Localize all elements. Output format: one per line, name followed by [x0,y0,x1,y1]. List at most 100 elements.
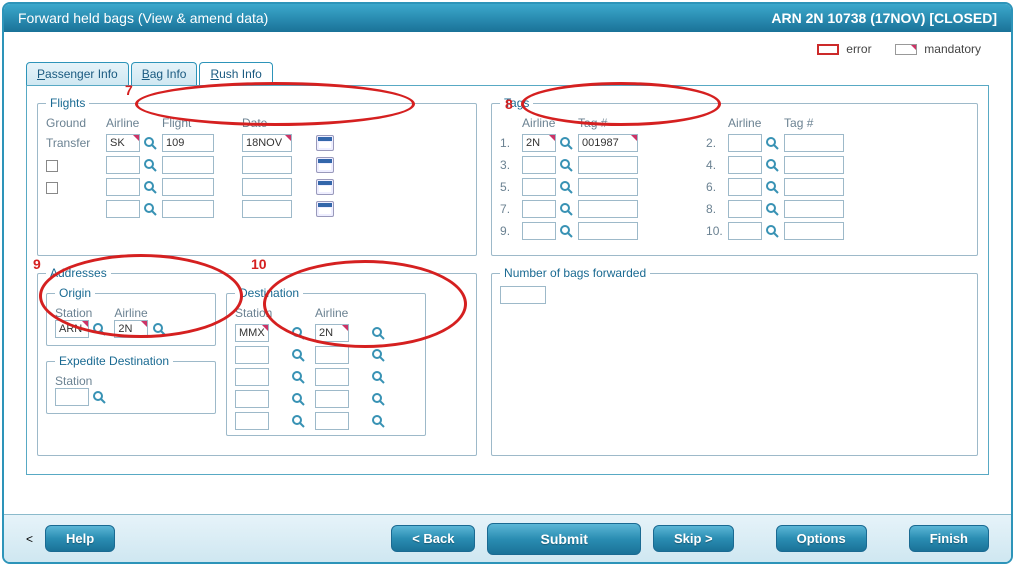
tab-rush-info[interactable]: Rush Info [199,62,272,85]
tag-number-9[interactable] [578,222,638,240]
dest-station-5[interactable] [235,412,269,430]
flight-date-4[interactable] [242,200,292,218]
flight-number-4[interactable] [162,200,214,218]
flight-airline-2[interactable] [106,156,140,174]
titlebar: Forward held bags (View & amend data) AR… [4,4,1011,32]
dest-airline-5[interactable] [315,412,349,430]
lookup-icon[interactable] [371,392,385,406]
lookup-icon[interactable] [143,136,157,150]
tags-fieldset: Tags Airline Tag # Airline Tag # 1. 2. [491,96,978,256]
tags-tag-hdr-2: Tag # [784,116,864,130]
mandatory-legend-label: mandatory [924,42,981,56]
lookup-icon[interactable] [152,322,166,336]
lookup-icon[interactable] [371,370,385,384]
flight-date-3[interactable] [242,178,292,196]
tab-passenger-info[interactable]: Passenger Info [26,62,129,85]
dest-station-1[interactable] [235,324,269,342]
ground-checkbox-2[interactable] [46,160,58,172]
origin-airline[interactable] [114,320,148,338]
dest-airline-2[interactable] [315,346,349,364]
tag-airline-7[interactable] [522,200,556,218]
lookup-icon[interactable] [559,136,573,150]
lookup-icon[interactable] [143,158,157,172]
options-button[interactable]: Options [776,525,867,552]
flight-airline-4[interactable] [106,200,140,218]
ground-checkbox-3[interactable] [46,182,58,194]
footer-bar: <Help < Back Submit Skip > Options Finis… [4,514,1011,562]
tag-airline-9[interactable] [522,222,556,240]
ground-label: Ground [46,116,106,130]
calendar-icon[interactable] [316,201,334,217]
numbags-input[interactable] [500,286,546,304]
tag-number-6[interactable] [784,178,844,196]
tag-rownum: 8. [706,202,728,216]
tag-airline-3[interactable] [522,156,556,174]
lookup-icon[interactable] [559,158,573,172]
flight-airline-3[interactable] [106,178,140,196]
lookup-icon[interactable] [92,322,106,336]
flight-date-2[interactable] [242,156,292,174]
calendar-icon[interactable] [316,179,334,195]
lookup-icon[interactable] [765,136,779,150]
tag-airline-4[interactable] [728,156,762,174]
tag-number-4[interactable] [784,156,844,174]
lookup-icon[interactable] [92,390,106,404]
calendar-icon[interactable] [316,157,334,173]
tag-number-8[interactable] [784,200,844,218]
tag-airline-1[interactable] [522,134,556,152]
lookup-icon[interactable] [371,348,385,362]
tag-number-10[interactable] [784,222,844,240]
dest-airline-4[interactable] [315,390,349,408]
tag-airline-5[interactable] [522,178,556,196]
window-context: ARN 2N 10738 (17NOV) [CLOSED] [771,10,997,26]
dest-station-4[interactable] [235,390,269,408]
tag-number-5[interactable] [578,178,638,196]
back-button[interactable]: < Back [391,525,475,552]
dest-station-2[interactable] [235,346,269,364]
flight-date-1[interactable] [242,134,292,152]
lookup-icon[interactable] [291,326,305,340]
expedite-station[interactable] [55,388,89,406]
tag-airline-2[interactable] [728,134,762,152]
lookup-icon[interactable] [143,180,157,194]
tag-number-2[interactable] [784,134,844,152]
flight-number-2[interactable] [162,156,214,174]
callout-7-label: 7 [125,82,133,98]
lookup-icon[interactable] [765,158,779,172]
tab-bag-info[interactable]: Bag Info [131,62,198,85]
callout-10-label: 10 [251,256,267,272]
flight-number-3[interactable] [162,178,214,196]
tag-number-7[interactable] [578,200,638,218]
lookup-icon[interactable] [559,224,573,238]
submit-button[interactable]: Submit [487,523,640,555]
finish-button[interactable]: Finish [909,525,989,552]
lookup-icon[interactable] [371,326,385,340]
lookup-icon[interactable] [559,202,573,216]
lookup-icon[interactable] [291,414,305,428]
flight-airline-1[interactable] [106,134,140,152]
lookup-icon[interactable] [291,392,305,406]
tag-airline-8[interactable] [728,200,762,218]
dest-airline-3[interactable] [315,368,349,386]
lookup-icon[interactable] [559,180,573,194]
dest-airline-hdr: Airline [315,306,371,320]
lookup-icon[interactable] [765,224,779,238]
help-button[interactable]: Help [45,525,115,552]
lookup-icon[interactable] [765,180,779,194]
skip-button[interactable]: Skip > [653,525,734,552]
lookup-icon[interactable] [371,414,385,428]
lookup-icon[interactable] [765,202,779,216]
calendar-icon[interactable] [316,135,334,151]
numbags-legend: Number of bags forwarded [500,266,650,280]
flight-number-1[interactable] [162,134,214,152]
tag-number-1[interactable] [578,134,638,152]
lookup-icon[interactable] [291,370,305,384]
lookup-icon[interactable] [143,202,157,216]
lookup-icon[interactable] [291,348,305,362]
origin-station[interactable] [55,320,89,338]
tag-airline-10[interactable] [728,222,762,240]
tag-number-3[interactable] [578,156,638,174]
dest-station-3[interactable] [235,368,269,386]
dest-airline-1[interactable] [315,324,349,342]
tag-airline-6[interactable] [728,178,762,196]
